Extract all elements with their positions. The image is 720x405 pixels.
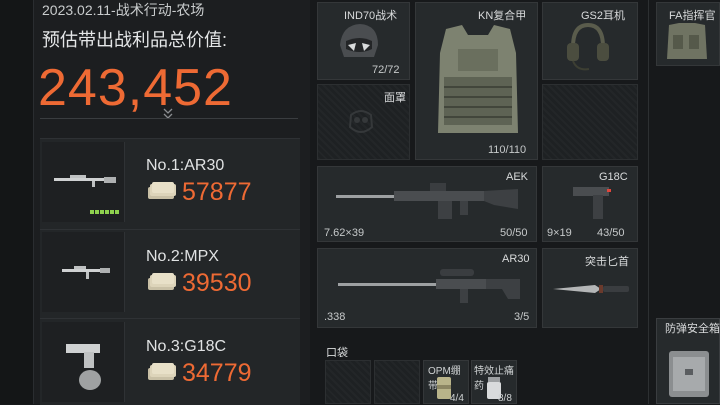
armor-slot[interactable]: KN复合甲 110/110 [415,2,538,160]
item-slot-g18c[interactable] [42,322,125,402]
item-slot-ar30[interactable] [42,142,125,222]
cash-icon [148,273,176,290]
smg-icon [62,266,110,279]
secondary-weapon-slot[interactable]: AR30 .338 3/5 [317,248,537,328]
cash-icon [148,182,176,199]
secondary-weapon-name: AR30 [502,253,530,265]
sidearm-slot[interactable]: G18C 9×19 43/50 [542,166,638,242]
side-ruler [0,0,34,404]
chevron-down-icon[interactable] [163,108,173,123]
top-item-rank: No.1:AR30 [146,157,225,174]
body-armor-icon [438,25,518,133]
pocket-item-count: 4/4 [450,393,464,404]
helmet-slot[interactable]: IND70战术 72/72 [317,2,410,80]
total-value: 243,452 [38,59,233,117]
headset-icon [567,22,609,71]
chest-rig-slot[interactable]: FA指挥官 [656,2,720,66]
sidearm-ammo: 43/50 [597,227,625,239]
safe-box-name: 防弹安全箱 [665,323,720,335]
pistol-icon [66,344,101,390]
top-item-rank: No.3:G18C [146,338,227,355]
secondary-weapon-ammo: 3/5 [514,311,530,323]
top-item-rank: No.2:MPX [146,248,219,265]
top-item-price: 34779 [182,359,252,387]
top-item-price: 39530 [182,269,252,297]
sidearm-caliber: 9×19 [547,227,572,239]
headset-slot[interactable]: GS2耳机 [542,2,638,80]
secondary-weapon-caliber: .338 [324,311,346,323]
pistol-icon [573,187,611,219]
helmet-icon [340,24,378,57]
divider [40,229,300,230]
gas-mask-icon [348,110,374,133]
match-info: 2023.02.11-战术行动-农场 [42,2,205,18]
durability-indicator [90,210,119,214]
armor-name: KN复合甲 [478,10,527,22]
knife-icon [553,285,629,293]
pocket-item-bandage[interactable]: OPM绷带 4/4 [423,360,469,404]
armor-durability: 110/110 [488,144,527,156]
melee-name: 突击匕首 [585,256,629,268]
safe-box-slot[interactable]: 防弹安全箱 [656,318,720,404]
mask-name: 面罩 [384,92,406,104]
assault-rifle-icon [336,183,518,219]
scrollbar-track [648,0,649,404]
side-ruler-divider [33,0,34,404]
pocket-slot[interactable] [325,360,371,404]
pockets-label: 口袋 [326,347,348,359]
total-value-label: 预估带出战利品总价值: [42,30,227,50]
divider [40,318,300,319]
rifle-icon [54,175,116,187]
pocket-item-count: 8/8 [498,393,512,404]
helmet-durability: 72/72 [372,64,400,76]
safe-case-icon [669,351,709,397]
sniper-rifle-icon [338,269,520,303]
melee-slot[interactable]: 突击匕首 [542,248,638,328]
divider [40,118,298,119]
mask-slot[interactable]: 面罩 [317,84,410,160]
cash-icon [148,363,176,380]
top-item-price: 57877 [182,178,252,206]
chest-rig-icon [667,23,707,59]
item-slot-mpx[interactable] [42,232,125,312]
pocket-slot[interactable] [374,360,420,404]
empty-slot[interactable] [542,84,638,160]
pocket-item-painkiller[interactable]: 特效止痛药 8/8 [471,360,517,404]
primary-weapon-caliber: 7.62×39 [324,227,365,239]
primary-weapon-slot[interactable]: AEK 7.62×39 50/50 [317,166,537,242]
primary-weapon-ammo: 50/50 [500,227,528,239]
